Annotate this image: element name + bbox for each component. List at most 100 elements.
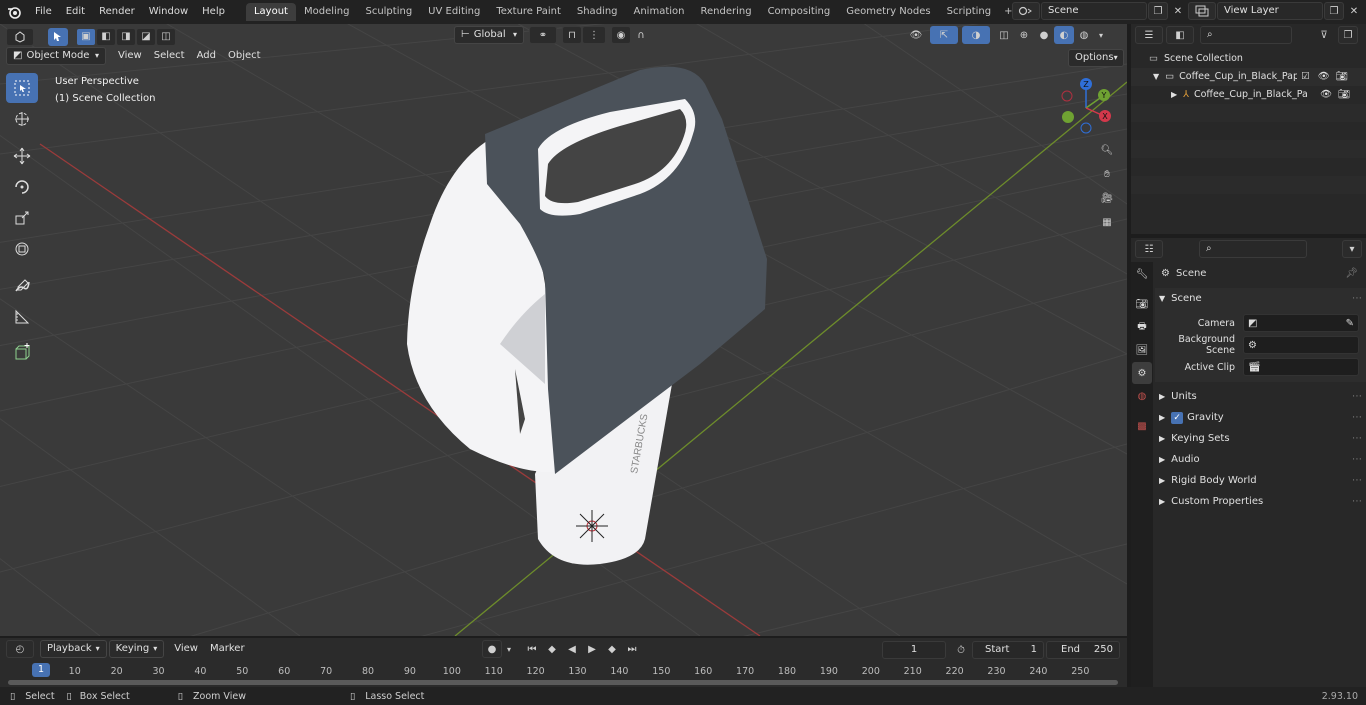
display-mode-icon[interactable]: ◧ (1166, 26, 1194, 44)
playhead[interactable]: 1 (32, 663, 50, 677)
scene-section-header[interactable]: ▼ Scene ⋯ (1155, 288, 1366, 309)
coffee-cup-model[interactable]: STARBUCKS (407, 66, 767, 565)
tab-texture-paint[interactable]: Texture Paint (488, 3, 569, 21)
scene-tab-icon[interactable]: ⚙ (1132, 362, 1152, 384)
pivot-point-icon[interactable]: ⚭ (529, 26, 557, 44)
new-view-layer-icon[interactable]: ❐ (1324, 2, 1344, 20)
menu-file[interactable]: File (28, 0, 59, 24)
outliner-item-coffee-cup-object[interactable]: ▶ ⅄ Coffee_Cup_in_Black_Pa 👁 📷︎ (1131, 86, 1366, 104)
render-tab-icon[interactable]: 📷︎ (1132, 293, 1152, 315)
selection-subtract-icon[interactable]: ◨ (116, 27, 136, 46)
view-layer-field[interactable]: View Layer (1217, 2, 1323, 20)
panel-keying-sets[interactable]: ▶ Keying Sets ⋯ (1155, 428, 1366, 449)
outliner-search-input[interactable]: ⌕ (1200, 26, 1292, 44)
output-tab-icon[interactable]: 🖶︎ (1132, 316, 1152, 338)
properties-editor-type-icon[interactable]: ☷ (1135, 240, 1163, 258)
menu-help[interactable]: Help (195, 0, 232, 24)
viewport-menu-object[interactable]: Object (222, 47, 267, 65)
panel-gravity[interactable]: ▶ ✓ Gravity ⋯ (1155, 407, 1366, 428)
texture-tab-icon[interactable]: ▩ (1132, 415, 1152, 437)
view-layer-tab-icon[interactable]: 🖼︎ (1132, 339, 1152, 361)
wireframe-shading-icon[interactable]: ⊕ (1014, 26, 1034, 44)
eye-icon[interactable]: 👁 (1320, 86, 1332, 104)
gravity-checkbox[interactable]: ✓ (1171, 411, 1184, 424)
timeline-scrollbar[interactable] (8, 680, 1118, 685)
gizmo-toggle-icon[interactable]: ⇱ (930, 26, 958, 44)
navigation-gizmo[interactable]: Z Y X (1055, 74, 1125, 144)
drag-handle-icon[interactable]: ⋯ (1352, 491, 1362, 512)
overlay-toggle-icon[interactable]: ◑ (962, 26, 990, 44)
filter-icon[interactable]: ⊽ (1310, 26, 1338, 44)
drag-handle-icon[interactable]: ⋯ (1352, 386, 1362, 407)
zoom-icon[interactable]: 🔍︎ (1097, 141, 1117, 159)
3d-viewport[interactable]: STARBUCKS ▣ ◧ ◨ ◪ ◫ ◩ Object Mode ▾ View… (0, 24, 1127, 636)
world-tab-icon[interactable]: ◍ (1132, 385, 1152, 407)
active-clip-field[interactable]: 🎬︎ (1243, 358, 1359, 376)
expand-arrow-icon[interactable]: ▼ (1153, 68, 1159, 86)
move-tool-icon[interactable] (6, 141, 38, 171)
tab-rendering[interactable]: Rendering (692, 3, 759, 21)
transform-orientation-dropdown[interactable]: ⊢ Global ▾ (454, 26, 524, 44)
viewport-menu-add[interactable]: Add (191, 47, 222, 65)
select-box-tool-icon[interactable] (6, 73, 38, 103)
select-tool-icon[interactable] (48, 27, 68, 46)
camera-icon[interactable]: 📷︎ (1338, 86, 1350, 104)
outliner-editor-type-icon[interactable]: ☰ (1135, 26, 1163, 44)
viewport-scene[interactable]: STARBUCKS (0, 24, 1127, 636)
visibility-eye-icon[interactable]: 👁 (902, 26, 930, 44)
checkbox-icon[interactable]: ☑ (1301, 68, 1310, 86)
eyedropper-icon[interactable]: ✎ (1346, 318, 1354, 329)
scene-icon[interactable] (1012, 2, 1040, 20)
drag-handle-icon[interactable]: ⋯ (1352, 449, 1362, 470)
camera-icon[interactable]: 📷︎ (1336, 68, 1348, 86)
tab-layout[interactable]: Layout (245, 3, 296, 21)
panel-audio[interactable]: ▶ Audio ⋯ (1155, 449, 1366, 470)
add-cube-tool-icon[interactable] (6, 337, 38, 367)
pin-icon[interactable]: 📌︎ (1345, 268, 1358, 279)
camera-field[interactable]: ◩ ✎ (1243, 314, 1359, 332)
panel-custom-properties[interactable]: ▶ Custom Properties ⋯ (1155, 491, 1366, 512)
object-mode-dropdown[interactable]: ◩ Object Mode ▾ (6, 47, 106, 65)
falloff-icon[interactable]: ∩ (631, 26, 651, 44)
camera-view-icon[interactable]: 🎥︎ (1097, 189, 1117, 207)
menu-window[interactable]: Window (142, 0, 195, 24)
shading-options-icon[interactable]: ▾ (1094, 26, 1108, 44)
options-dropdown[interactable]: Options ▾ (1068, 49, 1124, 67)
transform-tool-icon[interactable] (6, 234, 38, 264)
new-collection-icon[interactable]: ❐ (1338, 26, 1358, 44)
material-shading-icon[interactable]: ◐ (1054, 26, 1074, 44)
tab-shading[interactable]: Shading (569, 3, 626, 21)
proportional-edit-icon[interactable]: ◉ (611, 26, 631, 44)
eye-icon[interactable]: 👁 (1318, 68, 1330, 86)
solid-shading-icon[interactable]: ● (1034, 26, 1054, 44)
rotate-tool-icon[interactable] (6, 172, 38, 202)
panel-units[interactable]: ▶ Units ⋯ (1155, 386, 1366, 407)
menu-edit[interactable]: Edit (59, 0, 92, 24)
snap-icon[interactable]: ⊓ (562, 26, 582, 44)
drag-handle-icon[interactable]: ⋯ (1352, 407, 1362, 428)
annotate-tool-icon[interactable] (6, 271, 38, 301)
panel-rigid-body-world[interactable]: ▶ Rigid Body World ⋯ (1155, 470, 1366, 491)
cursor-tool-icon[interactable] (6, 104, 38, 134)
selection-invert-icon[interactable]: ◪ (136, 27, 156, 46)
blender-logo-icon[interactable] (0, 0, 28, 24)
perspective-grid-icon[interactable]: ▦ (1097, 213, 1117, 231)
selection-extend-icon[interactable]: ◧ (96, 27, 116, 46)
rendered-shading-icon[interactable]: ◍ (1074, 26, 1094, 44)
tool-tab-icon[interactable]: 🔧︎ (1132, 263, 1152, 285)
expand-arrow-icon[interactable]: ▶ (1171, 86, 1177, 104)
drag-handle-icon[interactable]: ⋯ (1352, 288, 1362, 309)
tab-sculpting[interactable]: Sculpting (357, 3, 420, 21)
viewport-menu-select[interactable]: Select (148, 47, 191, 65)
viewport-menu-view[interactable]: View (112, 47, 148, 65)
tab-compositing[interactable]: Compositing (760, 3, 839, 21)
outliner-scene-collection[interactable]: ▭ Scene Collection (1131, 50, 1366, 68)
tab-animation[interactable]: Animation (626, 3, 693, 21)
selection-intersect-icon[interactable]: ◫ (156, 27, 176, 46)
properties-search-input[interactable]: ⌕ (1199, 240, 1307, 258)
remove-scene-icon[interactable]: ✕ (1168, 2, 1188, 20)
tab-scripting[interactable]: Scripting (939, 3, 999, 21)
object-origin-icon[interactable] (576, 510, 608, 542)
measure-tool-icon[interactable] (6, 302, 38, 332)
tab-uv-editing[interactable]: UV Editing (420, 3, 488, 21)
